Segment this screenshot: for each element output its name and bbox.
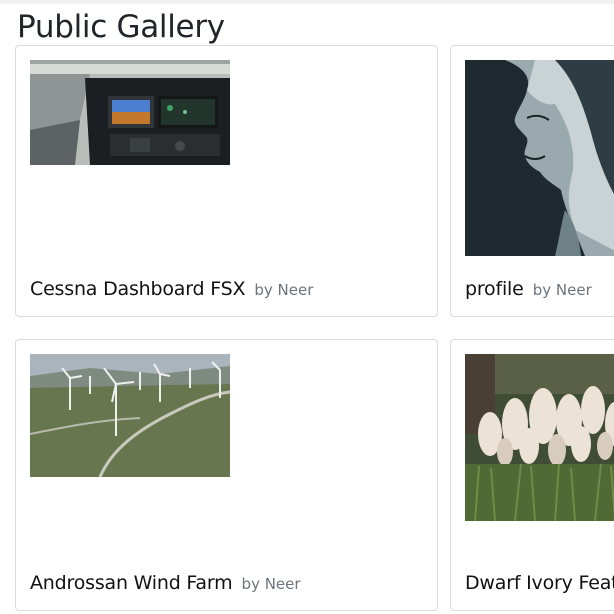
cockpit-dashboard-image[interactable] (30, 60, 230, 165)
card-author: by Neer (254, 281, 314, 299)
card-caption: profile by Neer (465, 278, 592, 300)
top-bar (0, 0, 614, 4)
pampas-grass-image[interactable] (465, 354, 614, 521)
gallery-card-cessna[interactable]: Cessna Dashboard FSX by Neer (15, 45, 438, 317)
card-author: by Neer (241, 575, 301, 593)
woman-profile-image[interactable] (465, 60, 614, 256)
card-title[interactable]: profile (465, 278, 524, 300)
wind-farm-image[interactable] (30, 354, 230, 477)
card-title[interactable]: Dwarf Ivory Feat (465, 572, 614, 594)
gallery-card-dwarf-ivory[interactable]: Dwarf Ivory Feat (450, 339, 614, 611)
card-title[interactable]: Cessna Dashboard FSX (30, 278, 245, 300)
page-title: Public Gallery (17, 9, 225, 45)
card-caption: Cessna Dashboard FSX by Neer (30, 278, 313, 300)
card-title[interactable]: Androssan Wind Farm (30, 572, 233, 594)
card-caption: Dwarf Ivory Feat (465, 572, 614, 594)
card-author: by Neer (532, 281, 592, 299)
gallery-card-profile[interactable]: profile by Neer (450, 45, 614, 317)
gallery-card-wind-farm[interactable]: Androssan Wind Farm by Neer (15, 339, 438, 611)
card-caption: Androssan Wind Farm by Neer (30, 572, 301, 594)
